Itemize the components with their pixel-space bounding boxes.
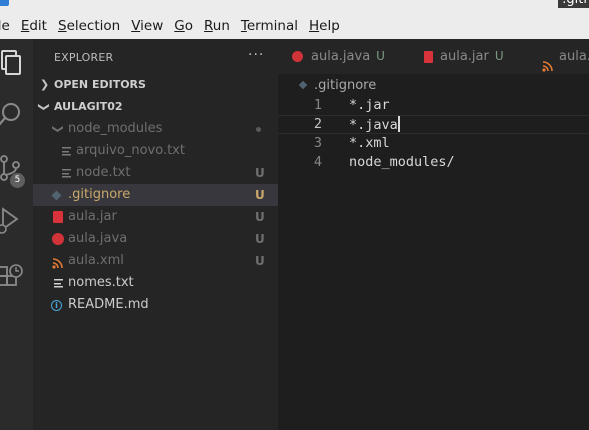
tree-item-label: README.md: [68, 297, 149, 312]
tree-item-label: arquivo_novo.txt: [76, 143, 185, 158]
window-title: .giti: [558, 0, 589, 8]
chevron-down-icon: ❯: [37, 102, 51, 112]
jar-file-icon: [53, 211, 63, 223]
gitignore-file-icon: [298, 80, 308, 90]
explorer-sidebar: EXPLORER ··· ❯ OPEN EDITORS ❯ AULAGIT02 …: [33, 39, 278, 430]
more-actions-icon[interactable]: ···: [248, 47, 264, 63]
vscode-logo-icon: [0, 0, 9, 6]
folder-section[interactable]: ❯ AULAGIT02: [33, 96, 278, 118]
tree-item-label: node.txt: [76, 165, 131, 180]
breadcrumb[interactable]: .gitignore: [298, 77, 377, 95]
folder-label: AULAGIT02: [54, 100, 123, 113]
line-text: *.java: [349, 116, 400, 133]
menu-help[interactable]: Help: [309, 17, 340, 35]
git-status-badge: U: [255, 232, 265, 246]
tab-label: aula.jar U: [440, 49, 504, 64]
info-file-icon: i: [51, 300, 62, 311]
git-status-badge: U: [255, 166, 265, 180]
code-line[interactable]: 1 *.jar: [278, 96, 589, 115]
scm-badge: 5: [10, 173, 25, 188]
line-number: 1: [313, 97, 322, 113]
extensions-icon[interactable]: [0, 253, 33, 289]
menu-run[interactable]: Run: [204, 17, 230, 35]
line-number: 3: [313, 135, 322, 151]
text-file-icon: [62, 147, 71, 156]
text-cursor: [397, 116, 400, 132]
jar-file-icon: [424, 51, 433, 63]
editor-tabs: aula.java U aula.jar U aula.: [278, 39, 589, 74]
code-line[interactable]: 4 node_modules/: [278, 153, 589, 172]
tree-item-nomes-txt[interactable]: nomes.txt: [33, 272, 278, 294]
xml-file-icon: [52, 255, 64, 269]
line-text: *.xml: [349, 135, 390, 151]
tree-item-label: nomes.txt: [68, 275, 134, 290]
menu-bar: ile Edit Selection View Go Run Terminal …: [0, 17, 351, 35]
chevron-right-icon: ❯: [40, 78, 50, 91]
menu-edit[interactable]: Edit: [21, 17, 47, 35]
tab-label: aula.: [559, 49, 589, 64]
tab-label: aula.java U: [311, 49, 385, 64]
tree-item-arquivo-novo[interactable]: arquivo_novo.txt: [33, 140, 278, 162]
open-editors-label: OPEN EDITORS: [54, 78, 146, 91]
tree-item-label: aula.jar: [68, 209, 117, 224]
explorer-icon[interactable]: [0, 43, 33, 79]
xml-file-icon: [542, 51, 553, 72]
menu-selection[interactable]: Selection: [58, 17, 120, 35]
git-status-badge: U: [255, 210, 265, 224]
tree-item-node-txt[interactable]: node.txt U: [33, 162, 278, 184]
tree-item-readme[interactable]: i README.md: [33, 294, 278, 316]
menu-go[interactable]: Go: [174, 17, 193, 35]
tree-item-label: node_modules: [68, 121, 163, 136]
tree-item-aula-java[interactable]: aula.java U: [33, 228, 278, 250]
text-file-icon: [54, 279, 63, 288]
line-number: 2: [313, 116, 322, 132]
gitignore-file-icon: [51, 190, 62, 201]
git-status-badge: U: [255, 254, 265, 268]
java-file-icon: [52, 233, 64, 245]
activity-bar: 5: [0, 39, 33, 430]
chevron-down-icon: ❯: [51, 124, 65, 134]
explorer-title: EXPLORER: [54, 51, 114, 64]
menu-terminal[interactable]: Terminal: [241, 17, 298, 35]
menu-file[interactable]: ile: [0, 17, 10, 35]
line-text: *.jar: [349, 97, 390, 113]
tree-item-aula-xml[interactable]: aula.xml U: [33, 250, 278, 272]
tree-item-node-modules[interactable]: ❯ node_modules: [33, 118, 278, 140]
source-control-icon[interactable]: 5: [0, 149, 33, 188]
code-line[interactable]: 3 *.xml: [278, 134, 589, 153]
tree-item-label: .gitignore: [68, 187, 131, 202]
git-status-badge: U: [255, 188, 265, 202]
text-file-icon: [62, 169, 71, 178]
code-line-current[interactable]: 2 *.java: [278, 115, 589, 134]
tree-item-gitignore[interactable]: .gitignore U: [33, 184, 278, 206]
title-bar: .giti ile Edit Selection View Go Run Ter…: [0, 0, 589, 39]
tree-item-label: aula.xml: [68, 253, 124, 268]
breadcrumb-file: .gitignore: [314, 78, 377, 93]
search-icon[interactable]: [0, 95, 33, 131]
line-text: node_modules/: [349, 154, 455, 170]
open-editors-section[interactable]: ❯ OPEN EDITORS: [33, 74, 278, 96]
tree-item-label: aula.java: [68, 231, 128, 246]
folder-status-dot: [256, 127, 261, 132]
java-file-icon: [292, 51, 303, 62]
tree-item-aula-jar[interactable]: aula.jar U: [33, 206, 278, 228]
line-number: 4: [313, 154, 322, 170]
run-debug-icon[interactable]: [0, 201, 33, 237]
code-editor[interactable]: .gitignore 1 *.jar 2 *.java 3 *.xml 4 no…: [278, 74, 589, 430]
menu-view[interactable]: View: [131, 17, 163, 35]
